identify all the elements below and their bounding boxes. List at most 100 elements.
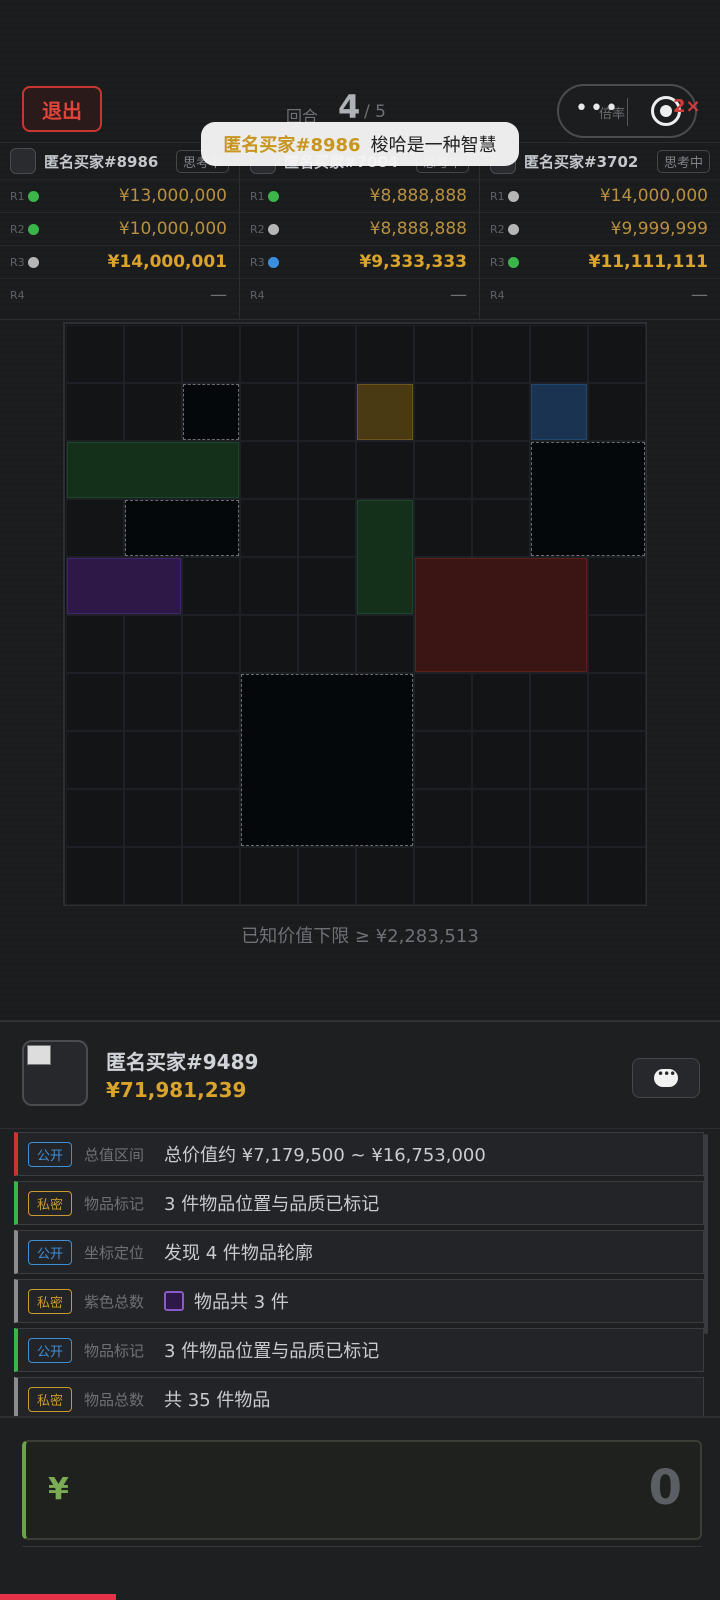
grid-cell — [414, 789, 472, 847]
grid-cell — [182, 731, 240, 789]
round-tag: R4 — [250, 288, 265, 302]
grid-cell — [472, 847, 530, 905]
chat-button[interactable] — [632, 1058, 700, 1098]
grid-cell — [298, 383, 356, 441]
clues-divider — [0, 1128, 720, 1129]
round-tag: R1 — [250, 189, 265, 203]
unknown-item-outline[interactable] — [125, 500, 239, 556]
clue-item: 私密 物品总数共 35 件物品 — [14, 1377, 704, 1416]
grid-cell — [414, 383, 472, 441]
grid-cell — [66, 383, 124, 441]
grid-cell — [182, 847, 240, 905]
grid-cell — [298, 847, 356, 905]
grid-cell — [530, 847, 588, 905]
bid-amount: ¥10,000,000 — [118, 219, 227, 239]
clue-text: 3 件物品位置与品质已标记 — [164, 1194, 380, 1215]
grid-cell — [472, 731, 530, 789]
grid-cell — [240, 499, 298, 557]
grid-cell — [414, 325, 472, 383]
bidder-name: 匿名买家#3702 — [524, 152, 639, 171]
grid-cell — [240, 441, 298, 499]
round-tag: R3 — [250, 255, 265, 269]
bid-status-dot — [508, 256, 519, 268]
grid-cell — [66, 499, 124, 557]
grid-cell — [356, 847, 414, 905]
red-item[interactable] — [415, 558, 587, 672]
bid-status-dot — [28, 256, 39, 268]
yellow-item[interactable] — [357, 384, 413, 440]
clue-visibility-tag: 私密 — [28, 1288, 73, 1314]
grid-cell — [588, 615, 646, 673]
grid-cell — [588, 789, 646, 847]
clue-text: 总价值约 ¥7,179,500 ~ ¥16,753,000 — [164, 1145, 486, 1166]
clue-list[interactable]: 公开 总值区间 总价值约 ¥7,179,500 ~ ¥16,753,000 私密 物品标… — [14, 1132, 704, 1416]
grid-cell — [530, 789, 588, 847]
grid-cell — [414, 847, 472, 905]
round-tag: R3 — [490, 255, 505, 269]
bid-status-dot — [268, 223, 279, 235]
exit-button[interactable]: 退出 — [22, 86, 102, 132]
bid-row: R4 — — [480, 278, 720, 311]
grid-cell — [356, 615, 414, 673]
grid-cell — [356, 325, 414, 383]
grid-cell — [240, 383, 298, 441]
clue-item: 公开 物品标记 3 件物品位置与品质已标记 — [14, 1328, 704, 1372]
grid-cell — [182, 615, 240, 673]
grid-cell — [240, 557, 298, 615]
grid-cell — [414, 441, 472, 499]
bid-amount: ¥14,000,000 — [599, 186, 708, 206]
grid-cell — [124, 847, 182, 905]
purple-item[interactable] — [67, 558, 181, 614]
bid-row: R3 ¥14,000,001 — [0, 245, 239, 278]
grid-cell — [182, 673, 240, 731]
clue-text: 物品共 3 件 — [194, 1292, 289, 1313]
unknown-item-outline[interactable] — [531, 442, 645, 556]
bid-status-dot — [508, 223, 519, 235]
input-divider — [0, 1416, 720, 1418]
clue-type: 紫色总数 — [84, 1292, 145, 1311]
clue-visibility-tag: 私密 — [28, 1386, 73, 1412]
clue-type: 总值区间 — [84, 1145, 145, 1164]
round-total: / 5 — [364, 102, 386, 122]
blue-item[interactable] — [531, 384, 587, 440]
bid-status-dot — [28, 190, 39, 202]
grid-cell — [66, 731, 124, 789]
bid-amount: — — [450, 285, 467, 305]
bid-row: R2 ¥8,888,888 — [240, 212, 479, 245]
grid-cell — [124, 325, 182, 383]
grid-cell — [240, 847, 298, 905]
green-item[interactable] — [357, 500, 413, 614]
green-item[interactable] — [67, 442, 239, 498]
bid-status-dot — [508, 190, 519, 202]
unknown-item-outline[interactable] — [183, 384, 239, 440]
grid-cell — [124, 731, 182, 789]
clue-item: 私密 物品标记 3 件物品位置与品质已标记 — [14, 1181, 704, 1225]
clue-text: 共 35 件物品 — [164, 1390, 271, 1411]
bid-status-dot — [268, 190, 279, 202]
player-name: 匿名买家#9489 — [106, 1050, 259, 1074]
round-tag: R1 — [490, 189, 505, 203]
clue-scrollbar[interactable] — [704, 1134, 708, 1334]
unknown-item-outline[interactable] — [241, 674, 413, 846]
grid-cell — [240, 325, 298, 383]
more-menu-icon[interactable]: ••• — [575, 96, 620, 121]
bidder-panel: 匿名买家#7004思考中R1¥8,888,888R2¥8,888,888R3¥9… — [240, 143, 480, 319]
grid-cell — [530, 731, 588, 789]
bid-row: R3 ¥9,333,333 — [240, 245, 479, 278]
bid-input-value: 0 — [648, 1460, 682, 1516]
bid-input-field[interactable]: ¥ 0 — [22, 1440, 702, 1540]
grid-cell — [124, 615, 182, 673]
currency-symbol: ¥ — [48, 1472, 69, 1507]
bid-amount: ¥11,111,111 — [588, 252, 708, 272]
clue-text: 发现 4 件物品轮廓 — [164, 1243, 313, 1264]
clue-item: 公开 坐标定位 发现 4 件物品轮廓 — [14, 1230, 704, 1274]
grid-cell — [66, 673, 124, 731]
round-tag: R2 — [250, 222, 265, 236]
clue-visibility-tag: 公开 — [28, 1337, 73, 1363]
grid-cell — [240, 615, 298, 673]
chat-toast: 匿名买家#8986 梭哈是一种智慧 — [201, 122, 519, 166]
grid-cell — [588, 673, 646, 731]
clue-text: 3 件物品位置与品质已标记 — [164, 1341, 380, 1362]
bidder-name: 匿名买家#8986 — [44, 152, 159, 171]
bid-amount: — — [691, 285, 708, 305]
